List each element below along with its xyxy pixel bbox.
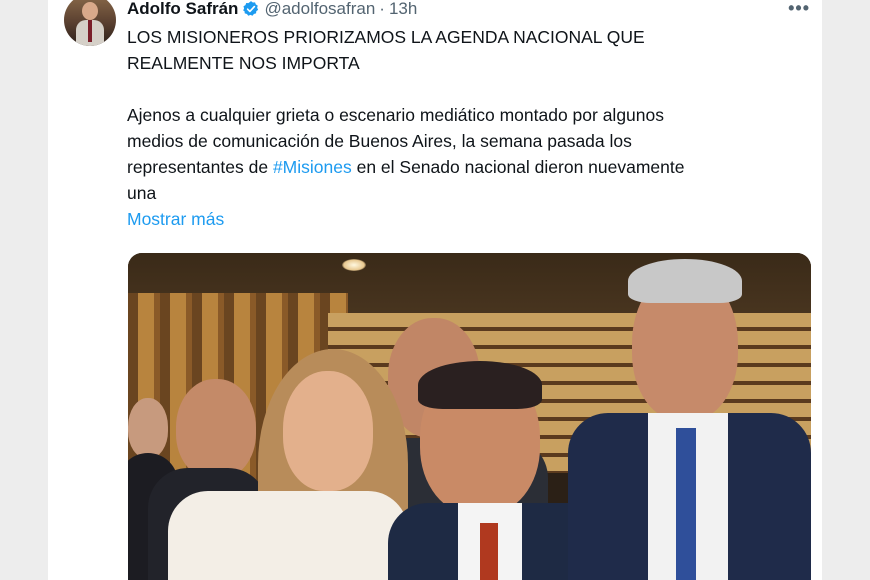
tweet-card[interactable]: Adolfo Safrán @adolfosafran · 13h ••• LO… <box>48 0 822 580</box>
tweet-text: LOS MISIONEROS PRIORIZAMOS LA AGENDA NAC… <box>127 24 807 232</box>
body-line-2: medios de comunicación de Buenos Aires, … <box>127 131 632 151</box>
headline-line-1: LOS MISIONEROS PRIORIZAMOS LA AGENDA NAC… <box>127 27 645 47</box>
more-horizontal-icon[interactable]: ••• <box>788 0 810 19</box>
author-handle[interactable]: @adolfosafran <box>264 0 375 19</box>
avatar-shirt <box>76 20 104 46</box>
hashtag-misiones-link[interactable]: #Misiones <box>273 157 352 177</box>
body-line-3-end: en el Senado nacional dieron nuevamente <box>351 157 685 177</box>
avatar[interactable] <box>64 0 116 46</box>
avatar-face <box>82 2 98 20</box>
tweet-photo[interactable] <box>128 253 811 580</box>
body-line-3: representantes de #Misiones en el Senado… <box>127 154 807 180</box>
show-more-link[interactable]: Mostrar más <box>127 206 224 232</box>
tweet-timestamp[interactable]: 13h <box>389 0 417 19</box>
body-line-1: Ajenos a cualquier grieta o escenario me… <box>127 105 664 125</box>
author-name[interactable]: Adolfo Safrán <box>127 0 238 19</box>
body-line-3-start: representantes de <box>127 157 273 177</box>
photo-ceiling-light <box>342 259 366 271</box>
headline-line-2: REALMENTE NOS IMPORTA <box>127 53 360 73</box>
tweet-header: Adolfo Safrán @adolfosafran · 13h <box>127 0 417 20</box>
separator-dot: · <box>379 0 385 18</box>
body-line-4: una <box>127 183 157 203</box>
verified-badge-icon <box>242 0 260 18</box>
